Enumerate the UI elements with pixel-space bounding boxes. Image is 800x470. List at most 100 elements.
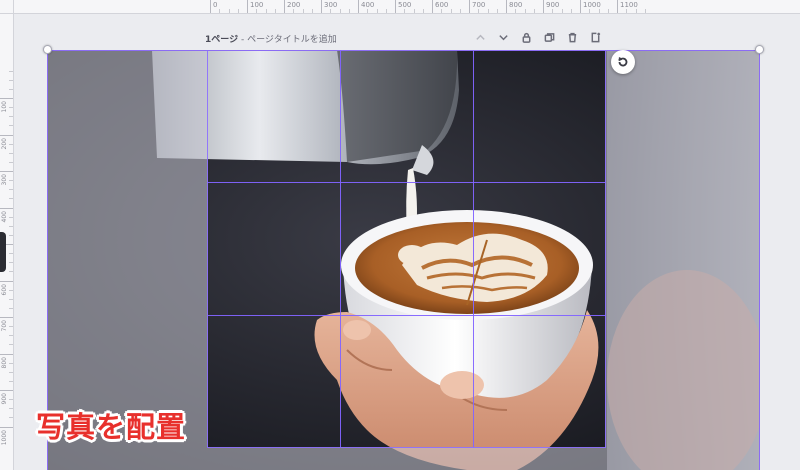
ruler-minor-tick — [348, 9, 350, 13]
ruler-minor-tick — [478, 9, 480, 13]
ruler-minor-tick — [487, 9, 489, 13]
ruler-minor-tick — [9, 289, 13, 291]
ruler-tick-label: 300 — [321, 0, 337, 13]
ruler-minor-tick — [9, 107, 13, 109]
ruler-minor-tick — [524, 9, 526, 13]
ruler-minor-tick — [9, 380, 13, 382]
rotate-icon — [618, 56, 628, 67]
ruler-minor-tick — [9, 88, 13, 90]
ruler-tick-label: 800 — [506, 0, 522, 13]
ruler-tick-label: 200 — [0, 134, 13, 149]
ruler-tick-label: 600 — [0, 280, 13, 295]
rotate-button[interactable] — [611, 50, 635, 74]
duplicate-page-button[interactable] — [542, 30, 557, 45]
move-page-down-button[interactable] — [496, 30, 511, 45]
ruler-minor-tick — [496, 9, 498, 13]
ruler-minor-tick — [9, 326, 13, 328]
ruler-tick-label: 900 — [0, 390, 13, 404]
ruler-minor-tick — [9, 234, 13, 236]
ruler-minor-tick — [404, 9, 406, 13]
ruler-tick-label: 600 — [432, 0, 448, 13]
ruler-tick-label: 100 — [0, 98, 13, 112]
lock-icon — [522, 32, 531, 43]
ruler-minor-tick — [265, 9, 267, 13]
ruler-minor-tick — [9, 253, 13, 255]
ruler-minor-tick — [9, 143, 13, 145]
ruler-minor-tick — [330, 9, 332, 13]
crop-frame[interactable] — [207, 50, 606, 448]
ruler-tick-label: 500 — [395, 0, 411, 13]
ruler-minor-tick — [9, 362, 13, 364]
ruler-tick-label: 200 — [284, 0, 300, 13]
ruler-minor-tick — [413, 9, 415, 13]
ruler-minor-tick — [385, 9, 387, 13]
ruler-minor-tick — [459, 9, 461, 13]
ruler-tick-label: 700 — [0, 317, 13, 331]
resize-handle-top-left[interactable] — [43, 45, 52, 54]
crop-grid-line — [208, 315, 605, 316]
page-header: 1ページ - ページタイトルを追加 — [205, 30, 605, 48]
ruler-minor-tick — [9, 161, 13, 163]
ruler-minor-tick — [376, 9, 378, 13]
crop-grid-line — [473, 50, 474, 447]
ruler-minor-tick — [589, 9, 591, 13]
ruler-minor-tick — [9, 198, 13, 200]
ruler-minor-tick — [607, 9, 609, 13]
duplicate-icon — [544, 33, 555, 42]
ruler-minor-tick — [9, 371, 13, 373]
move-page-up-button[interactable] — [473, 30, 488, 45]
ruler-minor-tick — [9, 79, 13, 81]
ruler-minor-tick — [450, 9, 452, 13]
ruler-tick-label: 1000 — [0, 426, 13, 445]
delete-page-button[interactable] — [565, 30, 580, 45]
ruler-minor-tick — [367, 9, 369, 13]
ruler-minor-tick — [533, 9, 535, 13]
ruler-minor-tick — [9, 180, 13, 182]
ruler-tick-label: 300 — [0, 171, 13, 185]
resize-handle-top-right[interactable] — [755, 45, 764, 54]
ruler-minor-tick — [9, 125, 13, 127]
ruler-tick-label: 400 — [358, 0, 374, 13]
crop-mask-right — [605, 50, 760, 470]
ruler-minor-tick — [9, 189, 13, 191]
page-title-group[interactable]: 1ページ - ページタイトルを追加 — [205, 32, 337, 45]
ruler-minor-tick — [561, 9, 563, 13]
ruler-minor-tick — [422, 9, 424, 13]
lock-page-button[interactable] — [519, 30, 534, 45]
ruler-minor-tick — [441, 9, 443, 13]
ruler-minor-tick — [9, 216, 13, 218]
ruler-minor-tick — [9, 307, 13, 309]
ruler-minor-tick — [219, 9, 221, 13]
ruler-minor-tick — [274, 9, 276, 13]
ruler-tick-label: 400 — [0, 207, 13, 222]
ruler-tick-label: 700 — [469, 0, 485, 13]
crop-mask-bottom — [208, 447, 605, 470]
chevron-down-icon — [499, 35, 508, 41]
ruler-minor-tick — [9, 298, 13, 300]
ruler-minor-tick — [293, 9, 295, 13]
crop-grid-line — [340, 50, 341, 447]
side-panel-tab[interactable] — [0, 232, 6, 272]
page-actions — [473, 30, 603, 45]
ruler-minor-tick — [9, 271, 13, 273]
ruler-minor-tick — [598, 9, 600, 13]
add-page-button[interactable] — [588, 30, 603, 45]
ruler-tick-label: 100 — [247, 0, 263, 13]
ruler-minor-tick — [256, 9, 258, 13]
ruler-minor-tick — [9, 408, 13, 410]
trash-icon — [568, 32, 577, 43]
chevron-up-icon — [476, 34, 485, 40]
ruler-minor-tick — [9, 335, 13, 337]
ruler-minor-tick — [626, 9, 628, 13]
ruler-minor-tick — [635, 9, 637, 13]
page-title-input[interactable]: ページタイトルを追加 — [247, 35, 337, 45]
ruler-corner — [0, 0, 14, 14]
ruler-tick-label: 900 — [543, 0, 559, 13]
ruler-minor-tick — [9, 344, 13, 346]
page-title-separator: - — [238, 35, 248, 45]
caption-text: 写真を配置 — [36, 410, 187, 444]
ruler-minor-tick — [9, 225, 13, 227]
ruler-minor-tick — [644, 9, 646, 13]
ruler-tick-label: 800 — [0, 353, 13, 368]
ruler-tick-label: 0 — [210, 0, 217, 13]
